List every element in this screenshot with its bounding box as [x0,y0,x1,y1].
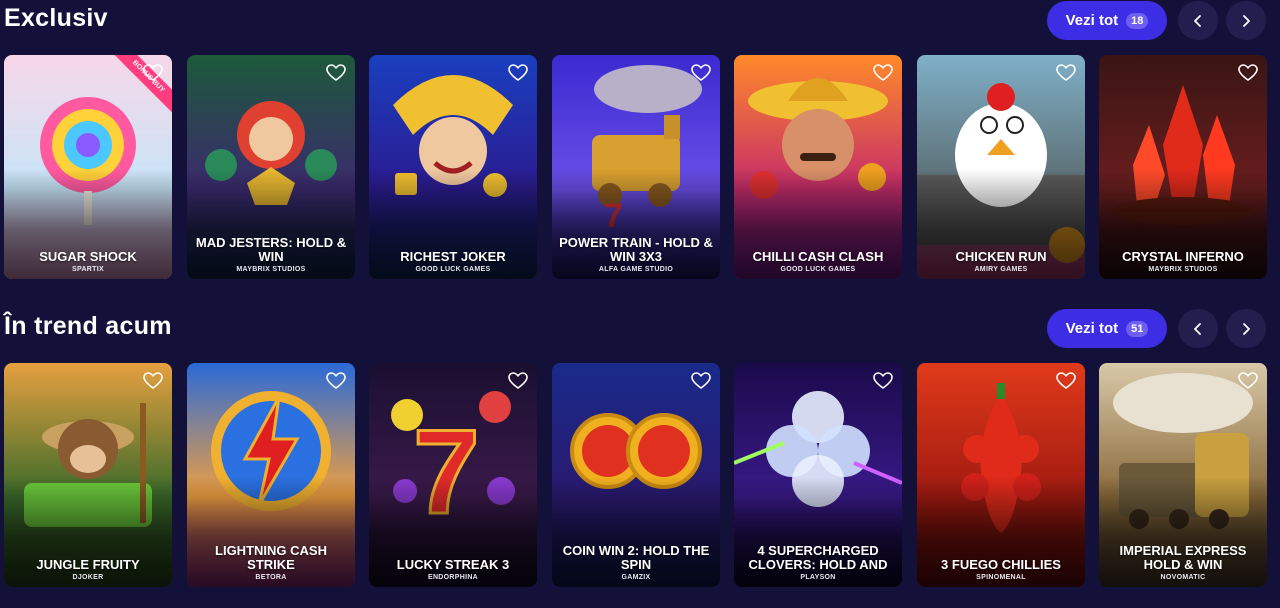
game-card[interactable]: BONUS BUY SUGAR SHOCK SPARTIX [4,55,172,279]
game-title: 4 SUPERCHARGED CLOVERS: HOLD AND [748,543,888,572]
game-title: CHICKEN RUN [955,249,1047,264]
game-provider: GOOD LUCK GAMES [780,266,856,273]
game-title: CRYSTAL INFERNO [1122,249,1244,264]
view-all-label: Vezi tot [1065,320,1119,337]
game-caption: RICHEST JOKER GOOD LUCK GAMES [375,249,531,274]
next-button[interactable] [1226,309,1266,348]
game-provider: SPARTIX [72,266,104,273]
game-provider: GOOD LUCK GAMES [415,266,491,273]
game-card[interactable]: COIN WIN 2: HOLD THE SPIN GAMZIX [552,363,720,587]
game-card[interactable]: RICHEST JOKER GOOD LUCK GAMES [369,55,537,279]
game-provider: MAYBRIX STUDIOS [236,266,306,273]
game-provider: AMIRY GAMES [974,266,1028,273]
game-card[interactable]: 7 POWER TRAIN - HOLD & WIN 3X3 ALFA GAME… [552,55,720,279]
game-title: IMPERIAL EXPRESS HOLD & WIN [1119,543,1247,572]
game-provider: ALFA GAME STUDIO [598,266,674,273]
favorite-heart-icon[interactable] [691,372,711,390]
favorite-heart-icon[interactable] [1056,372,1076,390]
favorite-heart-icon[interactable] [1056,64,1076,82]
section-title: Exclusiv [4,4,108,32]
game-card[interactable]: LIGHTNING CASH STRIKE BETORA [187,363,355,587]
game-provider: ENDORPHINA [427,574,479,581]
game-caption: SUGAR SHOCK SPARTIX [10,249,166,274]
favorite-heart-icon[interactable] [143,64,163,82]
favorite-heart-icon[interactable] [873,372,893,390]
favorite-heart-icon[interactable] [873,64,893,82]
favorite-heart-icon[interactable] [326,64,346,82]
game-caption: POWER TRAIN - HOLD & WIN 3X3 ALFA GAME S… [558,235,714,274]
game-provider: GAMZIX [621,574,651,581]
game-title: COIN WIN 2: HOLD THE SPIN [562,543,710,572]
next-button[interactable] [1226,1,1266,40]
count-badge: 51 [1126,320,1149,337]
chevron-left-icon [1194,14,1201,27]
game-title: RICHEST JOKER [400,249,506,264]
section-title: În trend acum [4,312,172,340]
game-card[interactable]: CHILLI CASH CLASH GOOD LUCK GAMES [734,55,902,279]
game-title: MAD JESTERS: HOLD & WIN [195,235,347,264]
game-caption: CHILLI CASH CLASH GOOD LUCK GAMES [740,249,896,274]
favorite-heart-icon[interactable] [1238,64,1258,82]
view-all-button[interactable]: Vezi tot 51 [1047,309,1167,348]
view-all-label: Vezi tot [1065,12,1119,29]
game-card[interactable]: 7 LUCKY STREAK 3 ENDORPHINA [369,363,537,587]
favorite-heart-icon[interactable] [691,64,711,82]
favorite-heart-icon[interactable] [508,372,528,390]
game-caption: CHICKEN RUN AMIRY GAMES [923,249,1079,274]
chevron-right-icon [1243,322,1250,335]
game-caption: 4 SUPERCHARGED CLOVERS: HOLD AND PLAYSON [740,543,896,582]
chevron-right-icon [1243,14,1250,27]
game-provider: MAYBRIX STUDIOS [1148,266,1218,273]
chevron-left-icon [1194,322,1201,335]
game-card[interactable]: JUNGLE FRUITY DJOKER [4,363,172,587]
game-title: SUGAR SHOCK [39,249,137,264]
prev-button[interactable] [1178,1,1218,40]
game-provider: SPINOMENAL [976,574,1026,581]
favorite-heart-icon[interactable] [143,372,163,390]
game-caption: LUCKY STREAK 3 ENDORPHINA [375,557,531,582]
game-card[interactable]: CHICKEN RUN AMIRY GAMES [917,55,1085,279]
game-title: POWER TRAIN - HOLD & WIN 3X3 [559,235,713,264]
game-caption: MAD JESTERS: HOLD & WIN MAYBRIX STUDIOS [193,235,349,274]
game-caption: JUNGLE FRUITY DJOKER [10,557,166,582]
game-caption: LIGHTNING CASH STRIKE BETORA [193,543,349,582]
game-card[interactable]: 3 FUEGO CHILLIES SPINOMENAL [917,363,1085,587]
game-provider: NOVOMATIC [1160,574,1206,581]
game-caption: CRYSTAL INFERNO MAYBRIX STUDIOS [1105,249,1261,274]
prev-button[interactable] [1178,309,1218,348]
favorite-heart-icon[interactable] [1238,372,1258,390]
game-row: BONUS BUY SUGAR SHOCK SPARTIX MAD JESTER… [4,55,1276,279]
view-all-button[interactable]: Vezi tot 18 [1047,1,1167,40]
game-title: LUCKY STREAK 3 [396,557,510,572]
game-provider: BETORA [255,574,287,581]
game-title: 3 FUEGO CHILLIES [941,557,1061,572]
count-badge: 18 [1126,12,1149,29]
game-card[interactable]: 4 SUPERCHARGED CLOVERS: HOLD AND PLAYSON [734,363,902,587]
game-provider: DJOKER [72,574,104,581]
game-title: CHILLI CASH CLASH [752,249,884,264]
game-provider: PLAYSON [800,574,836,581]
game-caption: 3 FUEGO CHILLIES SPINOMENAL [923,557,1079,582]
game-caption: COIN WIN 2: HOLD THE SPIN GAMZIX [558,543,714,582]
game-title: JUNGLE FRUITY [36,557,140,572]
game-row: JUNGLE FRUITY DJOKER LIGHTNING CASH STRI… [4,363,1276,587]
game-caption: IMPERIAL EXPRESS HOLD & WIN NOVOMATIC [1105,543,1261,582]
game-card[interactable]: IMPERIAL EXPRESS HOLD & WIN NOVOMATIC [1099,363,1267,587]
game-title: LIGHTNING CASH STRIKE [215,543,327,572]
favorite-heart-icon[interactable] [508,64,528,82]
game-card[interactable]: CRYSTAL INFERNO MAYBRIX STUDIOS [1099,55,1267,279]
game-card[interactable]: MAD JESTERS: HOLD & WIN MAYBRIX STUDIOS [187,55,355,279]
favorite-heart-icon[interactable] [326,372,346,390]
